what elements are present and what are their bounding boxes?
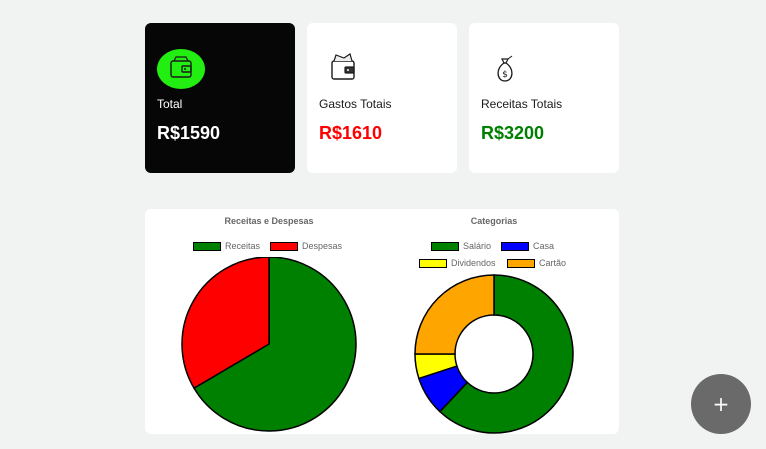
- legend-swatch: [419, 258, 447, 268]
- legend-label: Casa: [533, 241, 555, 251]
- wallet-icon: [157, 49, 205, 89]
- legend-label: Dividendos: [451, 258, 496, 268]
- total-value: R$1590: [157, 123, 221, 143]
- total-income-card: $ Receitas Totais R$3200: [469, 23, 619, 173]
- expenses-value: R$1610: [319, 123, 383, 143]
- legend-swatch: [507, 258, 535, 268]
- legend-swatch: [501, 241, 529, 251]
- wallet-cash-icon: [331, 53, 355, 80]
- total-balance-card: Total R$1590: [145, 23, 295, 173]
- legend-swatch: [193, 241, 221, 251]
- expenses-label: Gastos Totais: [319, 97, 392, 111]
- svg-text:$: $: [502, 70, 508, 80]
- legend-item-cartao[interactable]: Cartão: [507, 258, 566, 268]
- add-transaction-button[interactable]: +: [691, 374, 751, 434]
- total-expenses-card: Gastos Totais R$1610: [307, 23, 457, 173]
- dashboard-page: Total R$1590 Gastos Totais R$1610 $ Rece…: [0, 0, 766, 449]
- legend-item-despesas[interactable]: Despesas: [270, 241, 342, 251]
- income-value: R$3200: [481, 123, 545, 143]
- legend-label: Salário: [463, 241, 492, 251]
- total-label: Total: [157, 97, 183, 111]
- legend-swatch: [270, 241, 298, 251]
- legend-swatch: [431, 241, 459, 251]
- legend-item-dividendos[interactable]: Dividendos: [419, 258, 496, 268]
- categories-doughnut-chart: [414, 274, 574, 434]
- legend-item-casa[interactable]: Casa: [501, 241, 554, 251]
- plus-icon: +: [712, 392, 730, 416]
- slice-cartao[interactable]: [414, 274, 495, 355]
- legend-label: Receitas: [225, 241, 261, 251]
- legend-item-receitas[interactable]: Receitas: [193, 241, 260, 251]
- legend-label: Despesas: [302, 241, 343, 251]
- legend-item-salario[interactable]: Salário: [431, 241, 491, 251]
- income-label: Receitas Totais: [481, 97, 563, 111]
- charts-panel: Receitas e Despesas Receitas Despesas Ca…: [145, 209, 619, 434]
- legend-label: Cartão: [539, 258, 567, 268]
- chart-title-income-expenses: Receitas e Despesas: [224, 216, 314, 226]
- money-bag-icon: $: [497, 55, 513, 82]
- chart-title-categories: Categorias: [470, 216, 518, 226]
- income-expenses-pie-chart: [181, 257, 357, 432]
